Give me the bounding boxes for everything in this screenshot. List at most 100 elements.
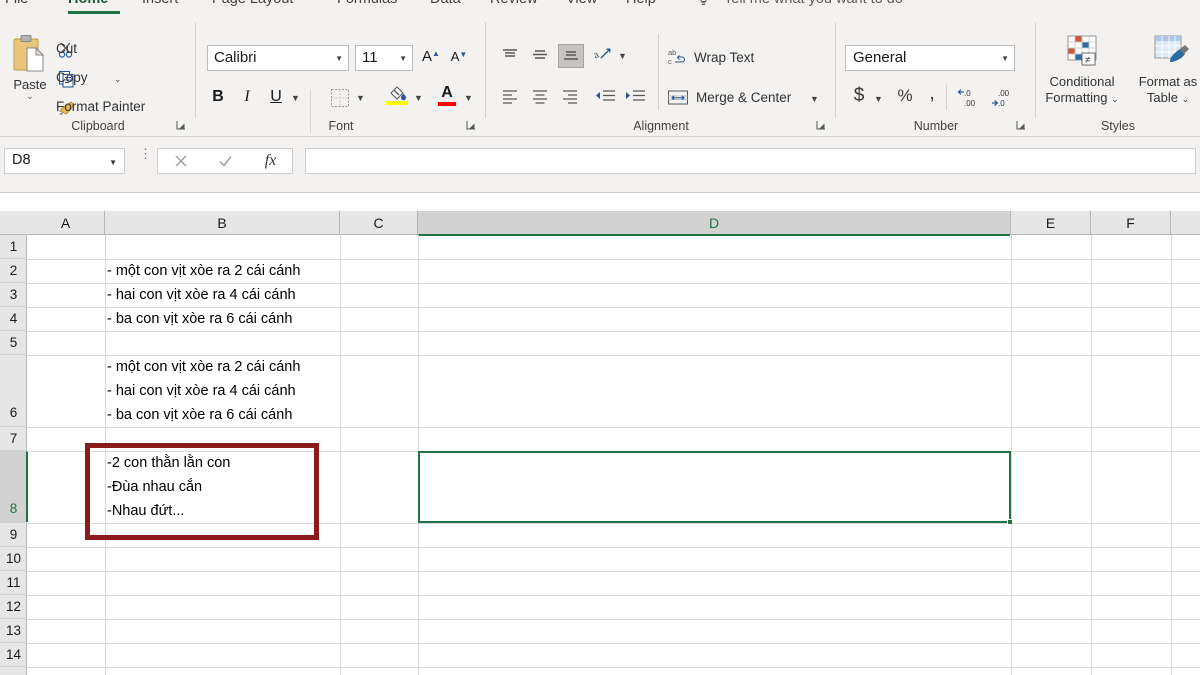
row-header-9[interactable]: 9 [0, 523, 27, 547]
name-box[interactable]: D8 ▼ [4, 148, 125, 174]
cell-b6-3[interactable]: - ba con vịt xòe ra 6 cái cánh [107, 403, 292, 427]
alignment-dialog-launcher[interactable] [814, 120, 828, 134]
chevron-down-icon[interactable]: ▼ [874, 94, 883, 104]
row-header-1[interactable]: 1 [0, 235, 27, 259]
close-icon[interactable] [158, 149, 203, 173]
chevron-down-icon[interactable]: ▼ [464, 93, 473, 103]
bottom-align-icon[interactable] [558, 44, 584, 68]
increase-decimal-icon[interactable]: .0.00 [956, 84, 984, 110]
align-center-icon[interactable] [528, 86, 552, 108]
ribbon-tab-formulas[interactable]: Formulas [337, 0, 397, 7]
shrink-font-button[interactable]: A▼ [447, 46, 471, 70]
column-header-c[interactable]: C [340, 211, 418, 235]
cell-b3[interactable]: - hai con vịt xòe ra 4 cái cánh [107, 283, 296, 307]
format-painter-button[interactable]: Format Painter [56, 99, 145, 114]
align-left-icon[interactable] [498, 86, 522, 108]
column-header-f[interactable]: F [1091, 211, 1171, 235]
row-header-12[interactable]: 12 [0, 595, 27, 619]
chevron-down-icon[interactable]: ⌄ [1182, 94, 1190, 104]
cell-b6-1[interactable]: - một con vịt xòe ra 2 cái cánh [107, 355, 300, 379]
chevron-down-icon[interactable]: ▼ [618, 51, 627, 61]
paste-button[interactable]: Paste ⌄ [6, 34, 54, 116]
accounting-format-button[interactable]: $ [848, 84, 870, 108]
percent-format-button[interactable]: % [894, 84, 916, 108]
decrease-decimal-icon[interactable]: .00.0 [990, 84, 1018, 110]
column-header-e[interactable]: E [1011, 211, 1091, 235]
align-right-icon[interactable] [558, 86, 582, 108]
formula-input[interactable] [305, 148, 1196, 174]
ribbon-tab-view[interactable]: View [566, 0, 597, 7]
chevron-down-icon[interactable]: ▼ [1001, 54, 1009, 63]
chevron-down-icon[interactable]: ⌄ [1111, 94, 1119, 104]
row-header-14[interactable]: 14 [0, 643, 27, 667]
number-format-select[interactable]: General ▼ [845, 45, 1015, 71]
row-header-13[interactable]: 13 [0, 619, 27, 643]
cell-selection-d8[interactable] [418, 451, 1011, 523]
chevron-down-icon[interactable]: ▼ [291, 93, 300, 103]
column-header-a[interactable]: A [27, 211, 105, 235]
fill-handle[interactable] [1007, 519, 1013, 525]
ribbon-tab-insert[interactable]: Insert [142, 0, 178, 7]
copy-button[interactable]: Copy [56, 70, 88, 85]
font-size-input[interactable]: 11 ▼ [355, 45, 413, 71]
tell-me-search[interactable]: Tell me what you want to do [724, 0, 903, 7]
font-dialog-launcher[interactable] [464, 120, 478, 134]
row-header-8[interactable]: 8 [0, 451, 28, 523]
row-header-2[interactable]: 2 [0, 259, 27, 283]
chevron-down-icon[interactable]: ⌄ [114, 74, 122, 85]
decrease-indent-icon[interactable] [594, 86, 618, 108]
cell-b8-2[interactable]: -Đùa nhau cắn [107, 475, 202, 499]
column-header-d[interactable]: D [418, 211, 1011, 236]
grow-font-button[interactable]: A▲ [419, 46, 443, 70]
cell-area[interactable]: - một con vịt xòe ra 2 cái cánh - hai con… [27, 235, 1200, 675]
cell-b4[interactable]: - ba con vịt xòe ra 6 cái cánh [107, 307, 292, 331]
ribbon-tab-help[interactable]: Help [626, 0, 656, 7]
chevron-down-icon[interactable]: ▼ [109, 158, 117, 167]
row-header-5[interactable]: 5 [0, 331, 27, 355]
row-header-3[interactable]: 3 [0, 283, 27, 307]
insert-function-icon[interactable]: fx [248, 149, 293, 173]
conditional-formatting-button[interactable]: ≠ Conditional Formatting ⌄ [1040, 34, 1124, 107]
formula-bar-drag-handle[interactable]: ⋮ [139, 147, 152, 171]
middle-align-icon[interactable] [528, 45, 552, 67]
comma-format-button[interactable]: , [922, 84, 942, 104]
chevron-down-icon[interactable]: ▼ [414, 93, 423, 103]
row-header-4[interactable]: 4 [0, 307, 27, 331]
increase-indent-icon[interactable] [624, 86, 648, 108]
bold-button[interactable]: B [207, 86, 229, 108]
cut-button[interactable]: Cut [56, 41, 77, 56]
cell-b2[interactable]: - một con vịt xòe ra 2 cái cánh [107, 259, 300, 283]
chevron-down-icon[interactable]: ▼ [399, 54, 407, 63]
ribbon-tab-data[interactable]: Data [430, 0, 461, 7]
number-dialog-launcher[interactable] [1014, 120, 1028, 134]
chevron-down-icon[interactable]: ▼ [335, 54, 343, 63]
check-icon[interactable] [203, 149, 248, 173]
font-name-input[interactable]: Calibri ▼ [207, 45, 349, 71]
row-header-11[interactable]: 11 [0, 571, 27, 595]
row-header-10[interactable]: 10 [0, 547, 27, 571]
underline-button[interactable]: U [265, 86, 287, 108]
column-header-b[interactable]: B [105, 211, 340, 235]
italic-button[interactable]: I [236, 86, 258, 108]
borders-icon[interactable] [330, 88, 350, 108]
ribbon-tab-page-layout[interactable]: Page Layout [212, 0, 293, 7]
chevron-down-icon[interactable]: ⌄ [6, 92, 54, 101]
cell-b8-3[interactable]: -Nhau đứt... [107, 499, 184, 523]
ribbon-tab-review[interactable]: Review [490, 0, 538, 7]
orientation-icon[interactable]: a [591, 44, 614, 68]
clipboard-dialog-launcher[interactable] [174, 120, 188, 134]
cell-b6-2[interactable]: - hai con vịt xòe ra 4 cái cánh [107, 379, 296, 403]
wrap-text-button[interactable]: Wrap Text [694, 50, 754, 65]
cell-b8-1[interactable]: -2 con thằn lằn con [107, 451, 230, 475]
merge-center-button[interactable]: Merge & Center [696, 90, 791, 105]
row-header-6[interactable]: 6 [0, 355, 27, 427]
fill-color-button[interactable] [386, 84, 408, 110]
chevron-down-icon[interactable]: ▼ [810, 94, 819, 104]
ribbon-tab-file[interactable]: File [5, 0, 28, 7]
ribbon-tab-home[interactable]: Home [68, 0, 108, 7]
font-color-button[interactable]: A [436, 84, 458, 110]
top-align-icon[interactable] [498, 45, 522, 67]
format-as-table-button[interactable]: Format as Table ⌄ [1126, 34, 1200, 107]
row-header-7[interactable]: 7 [0, 427, 27, 451]
chevron-down-icon[interactable]: ▼ [356, 93, 365, 103]
